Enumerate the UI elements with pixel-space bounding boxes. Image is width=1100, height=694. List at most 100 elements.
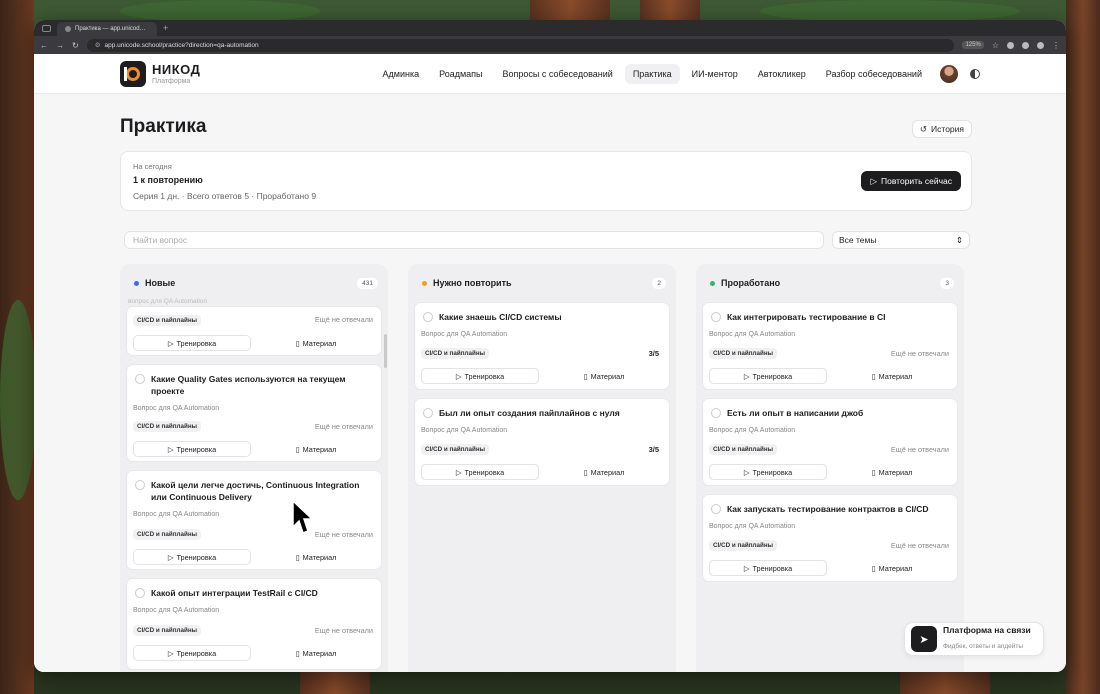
theme-toggle-icon[interactable] — [970, 68, 980, 79]
question-card[interactable]: Есть ли опыт в написании джоб Вопрос для… — [702, 398, 958, 486]
question-card[interactable]: Был ли опыт создания пайплайнов с нуля В… — [414, 398, 670, 486]
column-count: 3 — [940, 277, 954, 289]
question-card[interactable]: CI/CD и пайплайны Ещё не отвечали ▷ Трени… — [126, 306, 382, 356]
feedback-widget[interactable]: ➤ Платформа на связи Фидбек, ответы и ап… — [904, 622, 1044, 656]
tab-strip: Практика — app.unicod… + — [34, 20, 1066, 36]
question-subtitle: Вопрос для QA Automation — [709, 427, 796, 434]
nav-interview-review[interactable]: Разбор собеседований — [818, 64, 930, 84]
topic-select[interactable]: Все темы ⇕ — [832, 231, 970, 249]
nav-roadmaps[interactable]: Роадмапы — [431, 64, 490, 84]
topic-tag: CI/CD и пайплайны — [133, 315, 202, 326]
train-button[interactable]: ▷ Тренировка — [133, 549, 251, 565]
checkbox[interactable] — [711, 504, 721, 514]
favicon-icon — [65, 26, 71, 32]
card-actions: ▷ Тренировка ▯ Материал — [709, 560, 951, 576]
checkbox[interactable] — [135, 374, 145, 384]
question-subtitle: Вопрос для QA Automation — [133, 607, 220, 614]
material-button[interactable]: ▯ Материал — [257, 441, 375, 457]
question-card[interactable]: Какой цели легче достичь, Continuous Int… — [126, 470, 382, 570]
material-label: Материал — [590, 467, 625, 477]
card-actions: ▷ Тренировка ▯ Материал — [133, 645, 375, 661]
topic-tag: CI/CD и пайплайны — [133, 625, 202, 636]
browser-tab[interactable]: Практика — app.unicod… — [57, 22, 157, 36]
checkbox[interactable] — [423, 408, 433, 418]
address-bar-row: ← → ↻ ⚙ app.unicode.school/practice?dire… — [34, 36, 1066, 54]
main-nav: Админка Роадмапы Вопросы с собеседований… — [375, 63, 980, 84]
train-button[interactable]: ▷ Тренировка — [421, 368, 539, 384]
book-icon: ▯ — [295, 648, 300, 658]
brand-subtitle: Платформа — [152, 77, 191, 85]
checkbox[interactable] — [135, 588, 145, 598]
train-button[interactable]: ▷ Тренировка — [133, 335, 251, 351]
train-button[interactable]: ▷ Тренировка — [709, 464, 827, 480]
train-label: Тренировка — [752, 563, 793, 573]
train-button[interactable]: ▷ Тренировка — [709, 560, 827, 576]
nav-ai-mentor[interactable]: ИИ-ментор — [684, 64, 746, 84]
back-icon[interactable]: ← — [40, 41, 48, 50]
material-button[interactable]: ▯ Материал — [545, 464, 663, 480]
answer-status: Ещё не отвечали — [890, 349, 949, 358]
new-tab-icon[interactable]: + — [163, 23, 168, 33]
question-card[interactable]: Какой опыт интеграции TestRail с CI/CD В… — [126, 578, 382, 670]
play-icon: ▷ — [743, 563, 750, 573]
train-label: Тренировка — [176, 444, 217, 454]
book-icon: ▯ — [583, 467, 588, 477]
extension-icon[interactable] — [1007, 41, 1014, 49]
search-input[interactable]: Найти вопрос — [124, 231, 824, 249]
material-button[interactable]: ▯ Материал — [257, 549, 375, 565]
train-button[interactable]: ▷ Тренировка — [133, 645, 251, 661]
reload-icon[interactable]: ↻ — [72, 41, 79, 50]
checkbox[interactable] — [711, 408, 721, 418]
checkbox[interactable] — [711, 312, 721, 322]
question-card[interactable]: Как запускать тестирование контрактов в … — [702, 494, 958, 582]
material-button[interactable]: ▯ Материал — [257, 335, 375, 351]
play-icon: ▷ — [167, 648, 174, 658]
material-button[interactable]: ▯ Материал — [833, 464, 951, 480]
forward-icon[interactable]: → — [56, 41, 64, 50]
url-bar[interactable]: ⚙ app.unicode.school/practice?direction=… — [86, 38, 955, 52]
nav-autoclicker[interactable]: Автокликер — [750, 64, 814, 84]
question-title: Есть ли опыт в написании джоб — [727, 408, 864, 418]
material-button[interactable]: ▯ Материал — [833, 560, 951, 576]
answer-status: Ещё не отвечали — [890, 445, 949, 454]
status-dot-icon — [422, 280, 427, 286]
question-card[interactable]: Какие знаешь CI/CD системы Вопрос для QA… — [414, 302, 670, 390]
extension-icon[interactable] — [1022, 41, 1029, 49]
nav-interview-questions[interactable]: Вопросы с собеседований — [495, 64, 621, 84]
question-title: Какие знаешь CI/CD системы — [439, 312, 562, 322]
train-button[interactable]: ▷ Тренировка — [709, 368, 827, 384]
history-label: История — [931, 124, 964, 134]
repeat-now-button[interactable]: ▷ Повторить сейчас — [861, 171, 961, 191]
logo-icon[interactable] — [120, 60, 146, 87]
book-icon: ▯ — [871, 563, 876, 573]
question-card[interactable]: Как интегрировать тестирование в CI Вопр… — [702, 302, 958, 390]
material-button[interactable]: ▯ Материал — [545, 368, 663, 384]
answer-status: Ещё не отвечали — [314, 626, 373, 635]
nav-practice[interactable]: Практика — [624, 63, 680, 84]
material-button[interactable]: ▯ Материал — [833, 368, 951, 384]
history-button[interactable]: ↺ История — [911, 120, 972, 138]
site-info-icon[interactable]: ⚙ — [95, 41, 101, 49]
material-label: Материал — [878, 563, 913, 573]
sidebar-toggle-icon[interactable] — [42, 24, 51, 32]
train-button[interactable]: ▷ Тренировка — [421, 464, 539, 480]
bookmark-star-icon[interactable]: ☆ — [992, 41, 999, 50]
menu-icon[interactable]: ⋮ — [1052, 41, 1060, 50]
question-card[interactable]: Какие Quality Gates используются на теку… — [126, 364, 382, 462]
scrollbar[interactable] — [384, 334, 387, 368]
nav-admin[interactable]: Админка — [375, 64, 428, 84]
material-button[interactable]: ▯ Материал — [257, 645, 375, 661]
checkbox[interactable] — [423, 312, 433, 322]
score-value: 3/5 — [648, 349, 659, 358]
play-icon: ▷ — [167, 444, 174, 454]
train-label: Тренировка — [752, 371, 793, 381]
checkbox[interactable] — [135, 480, 145, 490]
profile-icon[interactable] — [1037, 41, 1044, 49]
zoom-badge[interactable]: 125% — [962, 41, 984, 49]
avatar[interactable] — [940, 64, 958, 83]
brand[interactable]: НИКОД Платформа — [152, 63, 200, 85]
question-subtitle: Вопрос для QA Automation — [421, 427, 508, 434]
question-title: Какие Quality Gates используются на теку… — [151, 374, 346, 396]
background-trunk — [900, 672, 990, 694]
train-button[interactable]: ▷ Тренировка — [133, 441, 251, 457]
